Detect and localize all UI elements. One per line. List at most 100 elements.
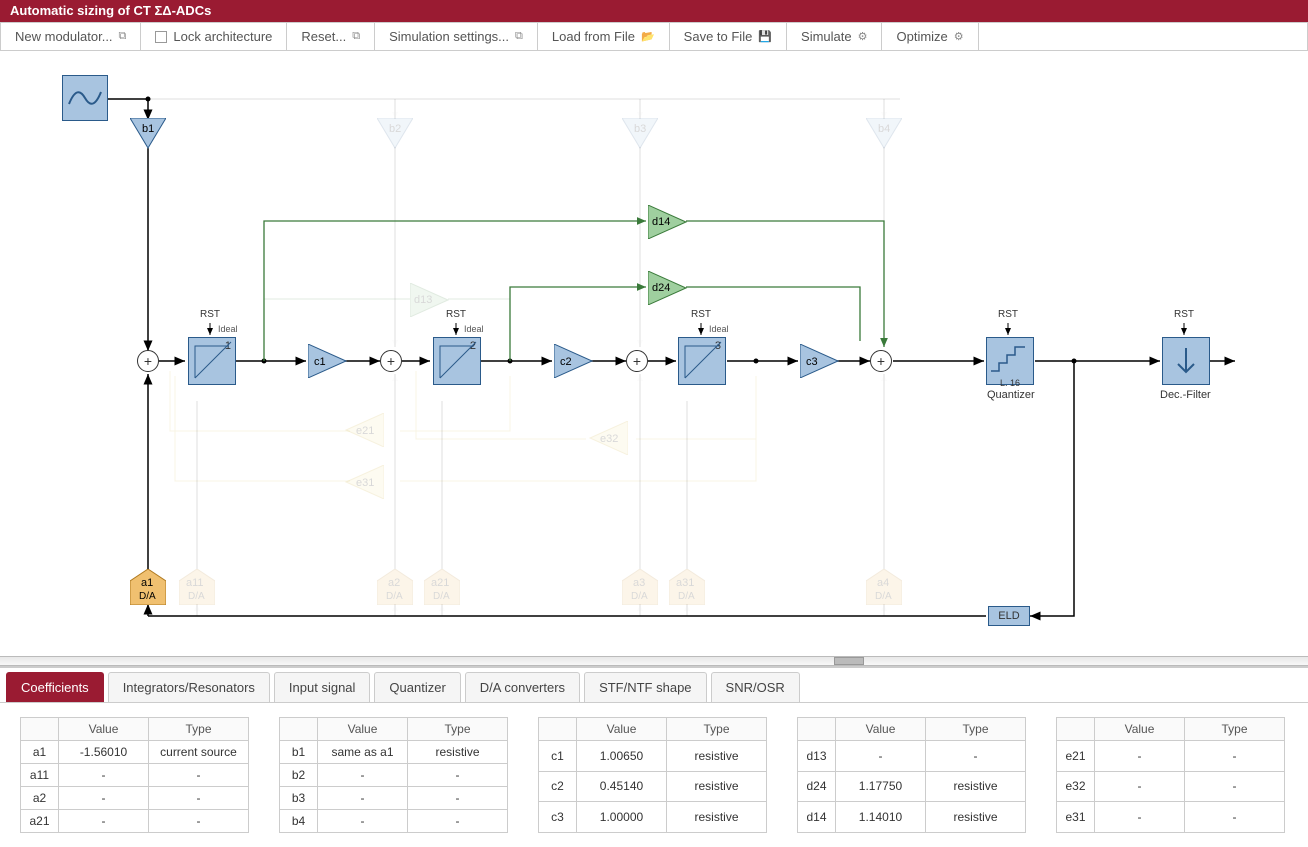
diagram-canvas[interactable]: b1 b2 b3 b4 d14 d24 d13 + + + + RST Idea… [0, 51, 1308, 655]
dac-a4[interactable]: a4 D/A [866, 569, 902, 605]
eld-block[interactable]: ELD [988, 606, 1030, 626]
svg-text:D/A: D/A [631, 591, 648, 602]
save-to-file-button[interactable]: Save to File💾 [670, 23, 787, 50]
gain-e21[interactable]: e21 [344, 413, 384, 447]
ideal-label: Ideal [218, 324, 238, 334]
table-row[interactable]: e21-- [1057, 741, 1285, 772]
simulation-settings-button[interactable]: Simulation settings...⧉ [375, 23, 538, 50]
table-row[interactable]: e31-- [1057, 802, 1285, 833]
gain-b3[interactable]: b3 [622, 118, 658, 150]
tab-bar: Coefficients Integrators/Resonators Inpu… [0, 668, 1308, 703]
tab-dac[interactable]: D/A converters [465, 672, 580, 702]
table-row[interactable]: c11.00650resistive [539, 741, 767, 772]
gain-b1[interactable]: b1 [130, 118, 166, 150]
svg-text:e21: e21 [356, 425, 374, 437]
popup-icon: ⧉ [119, 30, 127, 43]
summer-3[interactable]: + [626, 350, 648, 372]
rst-label: RST [200, 309, 220, 320]
quantizer-block[interactable]: L. 16 [986, 337, 1034, 385]
gain-b4[interactable]: b4 [866, 118, 902, 150]
optimize-button[interactable]: Optimize⚙ [882, 23, 978, 50]
gain-e31[interactable]: e31 [344, 465, 384, 499]
svg-text:d13: d13 [414, 294, 432, 306]
svg-text:a11: a11 [186, 577, 204, 589]
table-row[interactable]: d13-- [798, 741, 1026, 772]
svg-text:D/A: D/A [678, 591, 695, 602]
tab-integrators[interactable]: Integrators/Resonators [108, 672, 270, 702]
coefficient-tables: ValueTypea1-1.56010current sourcea11--a2… [0, 703, 1308, 847]
table-row[interactable]: a2-- [21, 787, 249, 810]
simulate-button[interactable]: Simulate⚙ [787, 23, 882, 50]
table-b[interactable]: ValueTypeb1same as a1resistiveb2--b3--b4… [279, 717, 508, 833]
table-row[interactable]: b4-- [280, 810, 508, 833]
gain-e32[interactable]: e32 [588, 421, 628, 455]
splitter-handle[interactable] [834, 657, 864, 665]
source-block[interactable] [62, 75, 108, 121]
summer-2[interactable]: + [380, 350, 402, 372]
table-row[interactable]: e32-- [1057, 771, 1285, 802]
integrator-1[interactable]: 1 [188, 337, 236, 385]
table-row[interactable]: d141.14010resistive [798, 802, 1026, 833]
dac-a2[interactable]: a2D/A [377, 569, 413, 605]
table-row[interactable]: c31.00000resistive [539, 802, 767, 833]
tab-input-signal[interactable]: Input signal [274, 672, 371, 702]
reset-button[interactable]: Reset...⧉ [287, 23, 375, 50]
tab-coefficients[interactable]: Coefficients [6, 672, 104, 702]
svg-text:a4: a4 [877, 577, 889, 589]
table-a[interactable]: ValueTypea1-1.56010current sourcea11--a2… [20, 717, 249, 833]
popup-icon: ⧉ [352, 30, 360, 43]
tab-quantizer[interactable]: Quantizer [374, 672, 460, 702]
table-row[interactable]: b1same as a1resistive [280, 741, 508, 764]
svg-text:a21: a21 [431, 577, 449, 589]
gain-d24[interactable]: d24 [648, 271, 688, 305]
table-row[interactable]: a11-- [21, 764, 249, 787]
integrator-2[interactable]: 2 [433, 337, 481, 385]
svg-text:c2: c2 [560, 356, 572, 368]
gain-c2[interactable]: c2 [554, 344, 594, 378]
rst-label: RST [998, 309, 1018, 320]
title-bar: Automatic sizing of CT ΣΔ-ADCs [0, 0, 1308, 22]
svg-text:D/A: D/A [386, 591, 403, 602]
table-row[interactable]: a21-- [21, 810, 249, 833]
table-row[interactable]: c20.45140resistive [539, 771, 767, 802]
table-row[interactable]: b2-- [280, 764, 508, 787]
table-c[interactable]: ValueTypec11.00650resistivec20.45140resi… [538, 717, 767, 833]
bottom-panel: Coefficients Integrators/Resonators Inpu… [0, 666, 1308, 841]
gain-d14[interactable]: d14 [648, 205, 688, 239]
svg-text:b3: b3 [634, 123, 646, 135]
summer-4[interactable]: + [870, 350, 892, 372]
table-row[interactable]: d241.17750resistive [798, 771, 1026, 802]
quantizer-label: Quantizer [987, 389, 1035, 401]
load-from-file-button[interactable]: Load from File📂 [538, 23, 670, 50]
gain-b2[interactable]: b2 [377, 118, 413, 150]
new-modulator-button[interactable]: New modulator...⧉ [1, 23, 141, 50]
sine-icon [63, 76, 107, 120]
tab-stf-ntf[interactable]: STF/NTF shape [584, 672, 706, 702]
dac-a3[interactable]: a3D/A [622, 569, 658, 605]
dec-filter-block[interactable] [1162, 337, 1210, 385]
dec-filter-label: Dec.-Filter [1160, 389, 1211, 401]
table-row[interactable]: a1-1.56010current source [21, 741, 249, 764]
integrator-3[interactable]: 3 [678, 337, 726, 385]
tab-snr-osr[interactable]: SNR/OSR [711, 672, 800, 702]
dac-a21[interactable]: a21D/A [424, 569, 460, 605]
gain-c3[interactable]: c3 [800, 344, 840, 378]
svg-text:a1: a1 [141, 577, 153, 589]
integrator-icon [683, 340, 723, 380]
gain-c1[interactable]: c1 [308, 344, 348, 378]
gain-d13[interactable]: d13 [410, 283, 450, 317]
svg-text:D/A: D/A [875, 591, 892, 602]
dac-a1[interactable]: a1D/A [130, 569, 166, 605]
gear-icon: ⚙ [858, 30, 868, 43]
table-e[interactable]: ValueTypee21--e32--e31-- [1056, 717, 1285, 833]
dac-a11[interactable]: a11D/A [179, 569, 215, 605]
summer-1[interactable]: + [137, 350, 159, 372]
table-d[interactable]: ValueTyped13--d241.17750resistived141.14… [797, 717, 1026, 833]
dac-a31[interactable]: a31D/A [669, 569, 705, 605]
table-row[interactable]: b3-- [280, 787, 508, 810]
gear-icon: ⚙ [954, 30, 964, 43]
panel-splitter[interactable] [0, 656, 1308, 666]
popup-icon: ⧉ [515, 30, 523, 43]
svg-text:b1: b1 [142, 123, 154, 135]
lock-architecture-toggle[interactable]: Lock architecture [141, 23, 287, 50]
